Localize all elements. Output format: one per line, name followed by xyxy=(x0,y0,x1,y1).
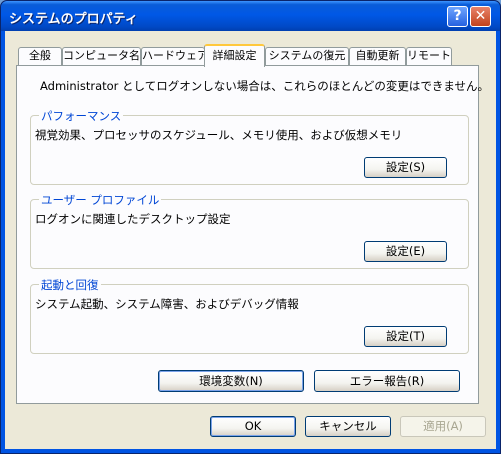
system-properties-window: システムのプロパティ ? ✕ 全般 コンピュータ名 ハードウェア 詳細設定 シス… xyxy=(0,0,501,454)
tab-system-restore[interactable]: システムの復元 xyxy=(265,47,349,65)
tab-auto-update[interactable]: 自動更新 xyxy=(349,47,406,65)
tab-advanced[interactable]: 詳細設定 xyxy=(204,44,265,67)
title-bar[interactable]: システムのプロパティ ? ✕ xyxy=(1,1,500,31)
performance-group-title: パフォーマンス xyxy=(39,108,124,124)
advanced-tab-panel: Administrator としてログオンしない場合は、これらのほとんどの変更は… xyxy=(16,65,489,404)
performance-group: パフォーマンス 視覚効果、プロセッサのスケジュール、メモリ使用、および仮想メモリ… xyxy=(30,108,469,185)
help-icon[interactable]: ? xyxy=(447,6,468,27)
cancel-button[interactable]: キャンセル xyxy=(305,416,391,437)
dialog-client: 全般 コンピュータ名 ハードウェア 詳細設定 システムの復元 自動更新 リモート… xyxy=(5,31,496,449)
environment-variables-button[interactable]: 環境変数(N) xyxy=(158,370,304,392)
tab-remote[interactable]: リモート xyxy=(406,47,452,65)
user-profile-description: ログオンに関連したデスクトップ設定 xyxy=(35,212,231,226)
performance-settings-button[interactable]: 設定(S) xyxy=(364,157,447,178)
startup-recovery-group-title: 起動と回復 xyxy=(39,277,101,293)
user-profile-settings-button[interactable]: 設定(E) xyxy=(364,241,447,262)
user-profile-group: ユーザー プロファイル ログオンに関連したデスクトップ設定 設定(E) xyxy=(30,192,469,269)
window-title: システムのプロパティ xyxy=(9,12,138,27)
tab-general[interactable]: 全般 xyxy=(18,47,62,65)
error-reporting-button[interactable]: エラー報告(R) xyxy=(314,370,460,392)
close-icon[interactable]: ✕ xyxy=(470,6,491,27)
performance-description: 視覚効果、プロセッサのスケジュール、メモリ使用、および仮想メモリ xyxy=(35,128,403,142)
user-profile-group-title: ユーザー プロファイル xyxy=(39,192,162,208)
startup-recovery-group: 起動と回復 システム起動、システム障害、およびデバッグ情報 設定(T) xyxy=(30,277,469,354)
tab-computer-name[interactable]: コンピュータ名 xyxy=(62,47,141,65)
admin-notice: Administrator としてログオンしない場合は、これらのほとんどの変更は… xyxy=(40,79,490,93)
startup-recovery-description: システム起動、システム障害、およびデバッグ情報 xyxy=(35,297,299,311)
ok-button[interactable]: OK xyxy=(210,416,296,437)
startup-recovery-settings-button[interactable]: 設定(T) xyxy=(364,326,447,347)
tab-hardware[interactable]: ハードウェア xyxy=(141,47,208,65)
apply-button[interactable]: 適用(A) xyxy=(400,416,486,437)
